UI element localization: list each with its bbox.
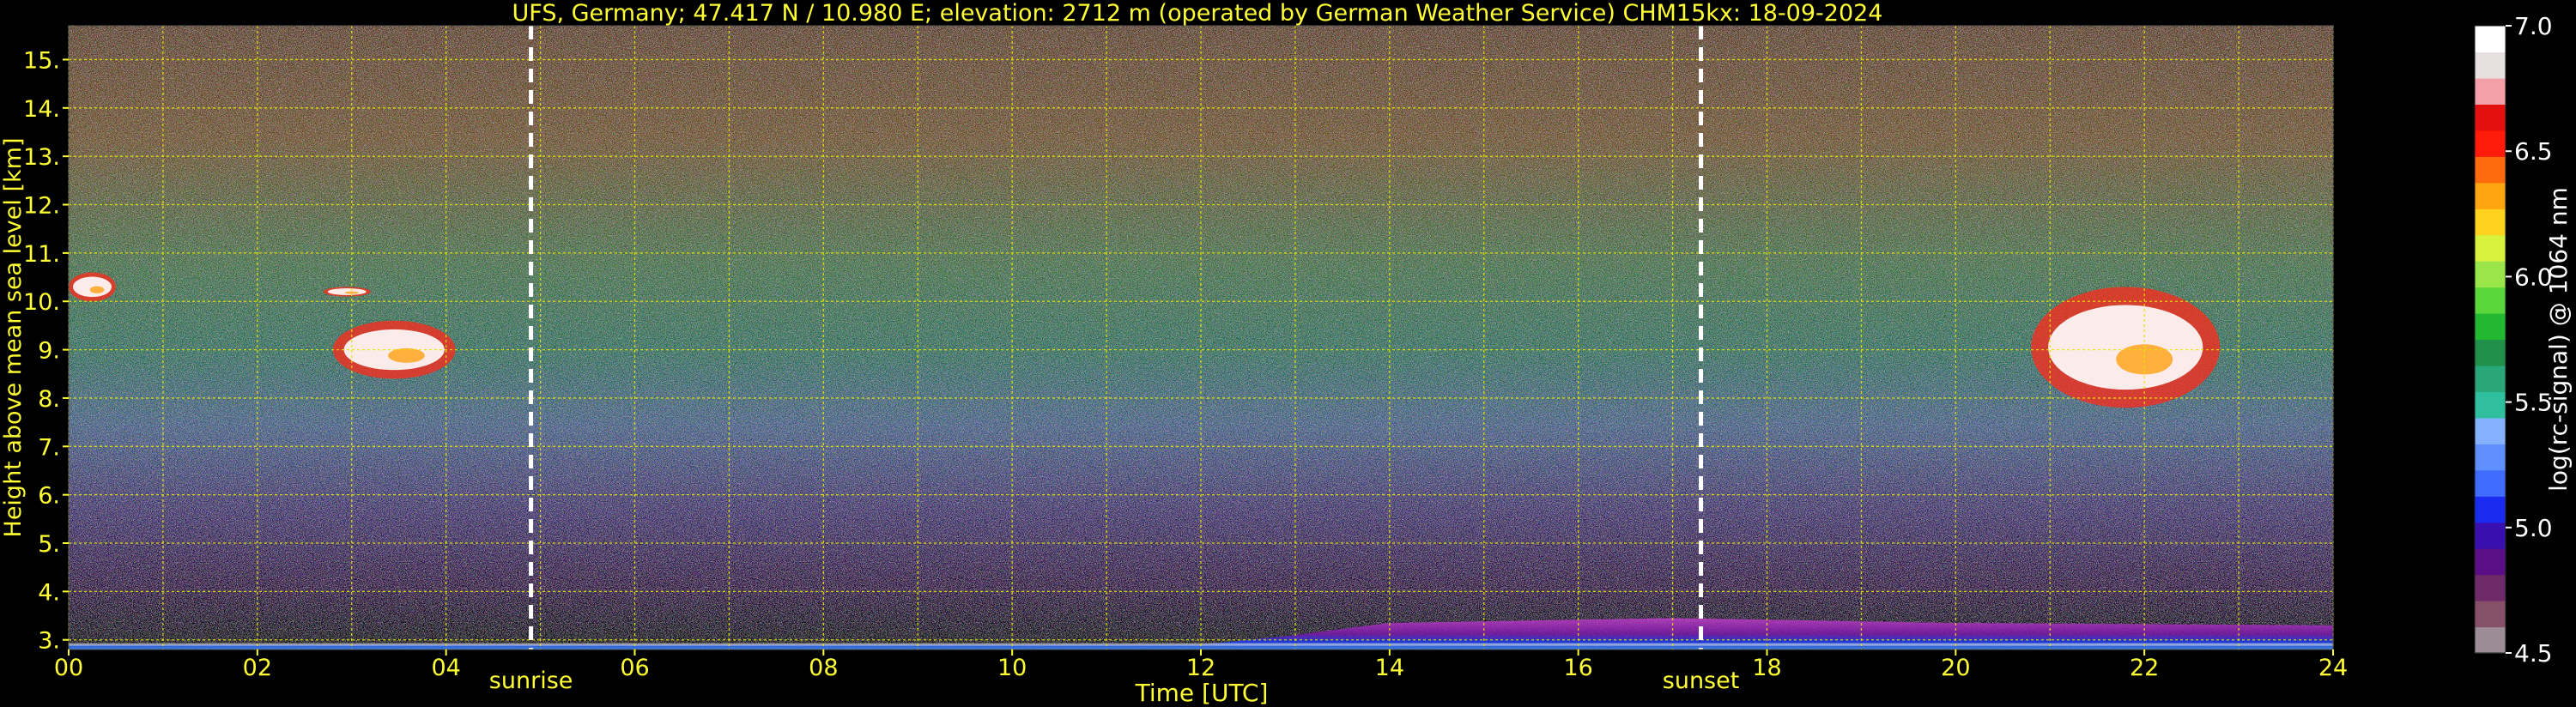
colorbar-tick-label: 7.0: [2514, 12, 2553, 40]
colorbar-swatch: [2475, 208, 2506, 236]
colorbar-swatch: [2475, 51, 2506, 79]
cloud-highlight: [327, 288, 367, 295]
x-tick-label: 14: [1375, 655, 1404, 681]
colorbar-swatch: [2475, 77, 2506, 105]
colorbar-swatch: [2475, 522, 2506, 549]
y-tick-label: 5.: [38, 531, 60, 558]
x-tick-label: 04: [431, 655, 460, 681]
y-tick-label: 11.: [23, 241, 60, 268]
x-axis-ticks: 00 02 04 06 08 10 12 14 16 18 20 22 24: [54, 650, 2348, 681]
y-tick-label: 15.: [23, 47, 60, 74]
y-tick-label: 14.: [23, 96, 60, 123]
colorbar-swatch: [2475, 339, 2506, 366]
event-labels: sunrise sunset: [489, 668, 1740, 694]
y-tick-label: 4.: [38, 579, 60, 606]
ceilometer-figure: UFS, Germany; 47.417 N / 10.980 E; eleva…: [0, 0, 2576, 707]
colorbar-swatch: [2475, 104, 2506, 131]
colorbar-tick-label: 4.5: [2514, 639, 2553, 668]
colorbar-swatch: [2475, 313, 2506, 341]
cloud-3: [2031, 287, 2221, 408]
colorbar-swatch: [2475, 548, 2506, 576]
x-tick-label: 02: [243, 655, 272, 681]
y-tick-label: 10.: [23, 289, 60, 316]
x-tick-label: 22: [2130, 655, 2159, 681]
chart-title: UFS, Germany; 47.417 N / 10.980 E; eleva…: [512, 0, 1883, 27]
cloud-highlight: [2048, 305, 2203, 390]
cloud-edge: [2116, 344, 2173, 375]
cloud-highlight: [72, 276, 112, 298]
cloud-0: [69, 272, 116, 302]
colorbar-swatch: [2475, 365, 2506, 393]
colorbar-swatch: [2475, 182, 2506, 209]
x-tick-label: 08: [809, 655, 838, 681]
x-axis-label: Time [UTC]: [1135, 679, 1269, 707]
y-axis-ticks: 3. 4. 5. 6. 7. 8. 9. 10. 11. 12. 13. 14. 15.: [23, 47, 69, 655]
colorbar-label: log(rc-signal) @ 1064 nm: [2544, 187, 2573, 492]
plot-area: [68, 25, 2334, 650]
y-tick-label: 9.: [38, 338, 60, 365]
colorbar-swatch: [2475, 496, 2506, 523]
colorbar-swatches: [2475, 26, 2506, 654]
colorbar-swatch: [2475, 156, 2506, 184]
cloud-edge: [388, 347, 425, 363]
y-tick-label: 3.: [38, 628, 60, 655]
colorbar-tick-label: 6.5: [2514, 137, 2553, 166]
colorbar-swatch: [2475, 626, 2506, 654]
x-tick-label: 12: [1186, 655, 1215, 681]
x-tick-label: 20: [1941, 655, 1970, 681]
colorbar-swatch: [2475, 234, 2506, 262]
y-tick-label: 13.: [23, 144, 60, 171]
colorbar-swatch: [2475, 469, 2506, 497]
y-tick-label: 12.: [23, 193, 60, 220]
colorbar-swatch: [2475, 444, 2506, 471]
x-tick-label: 18: [1752, 655, 1781, 681]
colorbar-swatch: [2475, 417, 2506, 444]
chart-canvas: UFS, Germany; 47.417 N / 10.980 E; eleva…: [0, 0, 2573, 707]
cloud-edge: [89, 286, 105, 293]
colorbar: 4.55.05.56.06.57.0 log(rc-signal) @ 1064…: [2474, 12, 2573, 668]
x-tick-label: 24: [2318, 655, 2348, 681]
x-tick-label: 06: [620, 655, 649, 681]
x-tick-label: 10: [997, 655, 1027, 681]
y-tick-label: 6.: [38, 483, 60, 510]
x-tick-label: 00: [54, 655, 83, 681]
colorbar-swatch: [2475, 574, 2506, 601]
colorbar-swatch: [2475, 26, 2506, 53]
colorbar-swatch: [2475, 287, 2506, 314]
y-tick-label: 8.: [38, 386, 60, 413]
colorbar-swatch: [2475, 261, 2506, 288]
colorbar-swatch: [2475, 130, 2506, 157]
colorbar-swatch: [2475, 601, 2506, 628]
colorbar-swatch: [2475, 391, 2506, 419]
cloud-1: [323, 287, 371, 297]
sunrise-label: sunrise: [489, 668, 573, 694]
y-tick-label: 7.: [38, 434, 60, 461]
x-tick-label: 16: [1563, 655, 1592, 681]
sunset-label: sunset: [1663, 668, 1740, 694]
colorbar-tick-label: 5.0: [2514, 514, 2553, 542]
